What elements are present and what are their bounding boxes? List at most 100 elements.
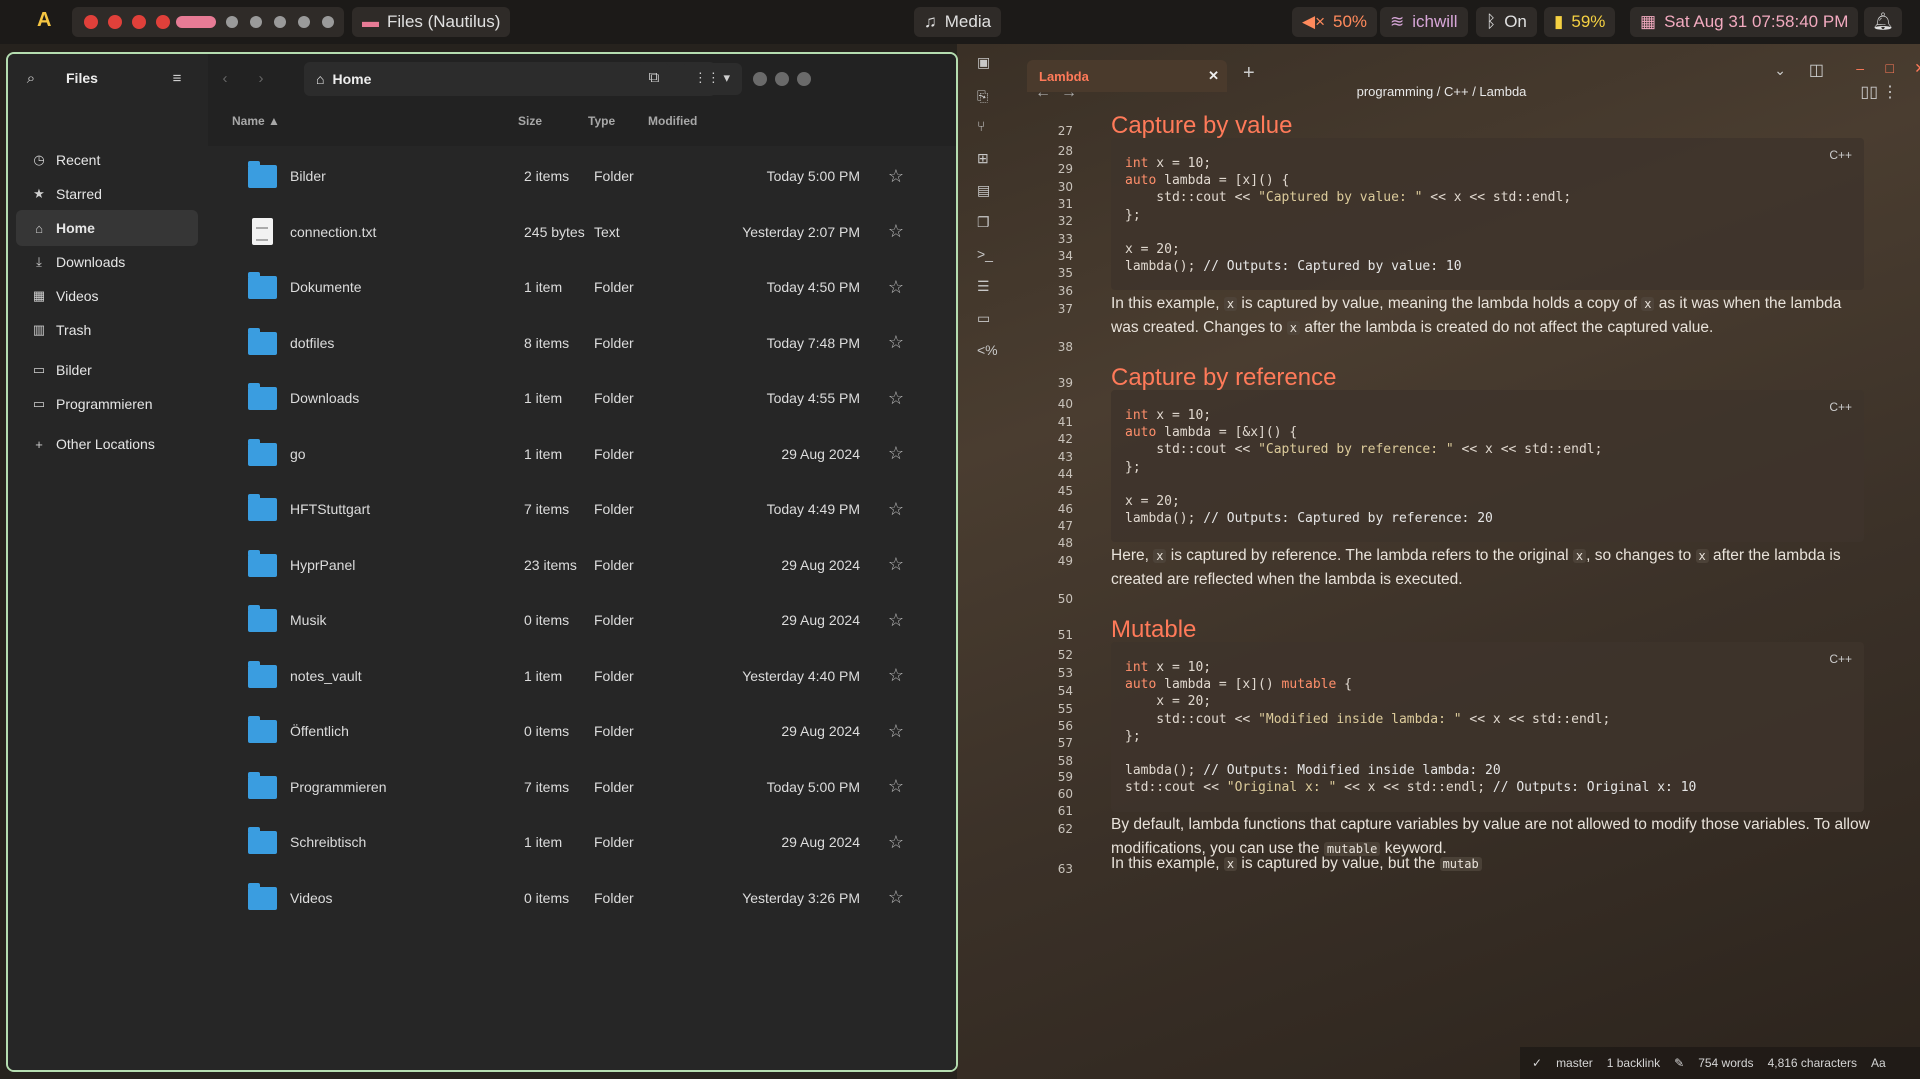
workspace-7[interactable] — [250, 16, 262, 28]
clock-widget[interactable]: ▦ Sat Aug 31 07:58:40 PM — [1630, 7, 1859, 37]
star-outline-icon[interactable]: ☆ — [888, 665, 904, 686]
view-grid-icon[interactable]: ⋮⋮ ▾ — [682, 63, 742, 95]
star-outline-icon[interactable]: ☆ — [888, 499, 904, 520]
graph-icon[interactable]: ⑂ — [977, 118, 985, 134]
tab-list-icon[interactable]: ⌄ — [1774, 62, 1786, 79]
file-size: 23 items — [524, 556, 577, 573]
line-number: 46 — [1057, 502, 1073, 516]
sidebar-item-trash[interactable]: ▥ Trash — [16, 312, 198, 348]
volume-widget[interactable]: ◀× 50% — [1292, 7, 1378, 37]
sidebar-item-other-locations[interactable]: + Other Locations — [16, 426, 198, 462]
star-outline-icon[interactable]: ☆ — [888, 221, 904, 242]
code-lang-label: C++ — [1829, 652, 1852, 666]
breadcrumb[interactable]: programming / C++ / Lambda — [963, 84, 1920, 99]
window-maximize-icon[interactable]: □ — [1886, 60, 1894, 76]
sidebar-item-videos[interactable]: ▦ Videos — [16, 278, 198, 314]
star-outline-icon[interactable]: ☆ — [888, 887, 904, 908]
top-bar: A ▬ Files (Nautilus) ♫ Media ◀× 50% ≋ ichwil… — [0, 0, 1920, 44]
star-outline-icon[interactable]: ☆ — [888, 388, 904, 409]
column-modified[interactable]: Modified — [648, 114, 697, 134]
column-name[interactable]: Name ▲ — [232, 114, 280, 134]
template-icon[interactable]: ☰ — [977, 278, 990, 295]
calendar-icon[interactable]: ▤ — [977, 182, 990, 199]
maximize-button[interactable] — [775, 72, 789, 86]
sidebar-item-label: Trash — [56, 322, 92, 338]
menu-icon[interactable]: ≡ — [162, 64, 192, 94]
new-folder-search-icon[interactable]: ⧉ — [638, 63, 670, 95]
workspace-4[interactable] — [156, 15, 170, 29]
line-number: 62 — [1057, 822, 1073, 836]
notifications-button[interactable]: 🔔︎ — [1864, 7, 1902, 37]
search-icon[interactable]: ⌕ — [16, 64, 46, 94]
star-outline-icon[interactable]: ☆ — [888, 610, 904, 631]
code-lang-label: C++ — [1829, 148, 1852, 162]
files-window: ⌕ Files ≡ ◷ Recent ★ Starred ⌂ Home ⤓ Downloads… — [6, 52, 958, 1072]
column-type[interactable]: Type — [588, 114, 615, 134]
reading-view-icon[interactable]: ▯▯ — [1860, 82, 1878, 102]
star-outline-icon[interactable]: ☆ — [888, 832, 904, 853]
code-line: x = 20; — [1125, 494, 1180, 509]
sidebar-item-starred[interactable]: ★ Starred — [16, 176, 198, 212]
window-close-icon[interactable]: ✕ — [1914, 60, 1920, 77]
line-number: 40 — [1057, 397, 1073, 411]
star-icon: ★ — [33, 186, 45, 201]
network-widget[interactable]: ≋ ichwill — [1380, 7, 1468, 37]
file-row[interactable]: Videos 0 items Folder Yesterday 3:26 PM ☆ — [208, 864, 956, 932]
sidebar-item-programmieren[interactable]: ▭ Programmieren — [16, 386, 198, 422]
status-bar: ✓ master 1 backlink ✎ 754 words 4,816 ch… — [1520, 1047, 1920, 1079]
window-title-text: Files (Nautilus) — [387, 12, 501, 31]
workspace-6[interactable] — [226, 16, 238, 28]
file-size: 1 item — [524, 445, 563, 462]
more-options-icon[interactable]: ⋮ — [1882, 82, 1898, 102]
workspace-active[interactable] — [176, 16, 216, 28]
window-minimize-icon[interactable]: – — [1856, 60, 1864, 76]
star-outline-icon[interactable]: ☆ — [888, 166, 904, 187]
file-modified: 29 Aug 2024 — [781, 834, 860, 850]
new-tab-icon[interactable]: + — [1243, 62, 1255, 85]
workspace-2[interactable] — [108, 15, 122, 29]
workspace-8[interactable] — [274, 16, 286, 28]
path-label: Home — [332, 71, 372, 87]
calendar-icon: ▦ — [1640, 12, 1657, 31]
percent-icon[interactable]: <% — [977, 342, 998, 358]
line-number: 56 — [1057, 719, 1073, 733]
star-outline-icon[interactable]: ☆ — [888, 277, 904, 298]
sidebar-item-downloads[interactable]: ⤓ Downloads — [16, 244, 198, 280]
terminal-icon[interactable]: >_ — [977, 246, 993, 262]
battery-widget[interactable]: ▮ 59% — [1544, 7, 1616, 37]
back-icon[interactable]: ‹ — [210, 64, 240, 94]
code-line: x = 20; — [1125, 694, 1212, 710]
copy-icon[interactable]: ❐ — [977, 214, 990, 231]
workspace-9[interactable] — [298, 16, 310, 28]
edit-pencil-icon[interactable]: ✎ — [1674, 1056, 1684, 1070]
star-outline-icon[interactable]: ☆ — [888, 554, 904, 575]
close-button[interactable] — [797, 72, 811, 86]
line-number: 58 — [1057, 754, 1073, 768]
comment-icon[interactable]: ▭ — [977, 310, 990, 327]
star-outline-icon[interactable]: ☆ — [888, 721, 904, 742]
star-outline-icon[interactable]: ☆ — [888, 332, 904, 353]
star-outline-icon[interactable]: ☆ — [888, 776, 904, 797]
git-branch[interactable]: master — [1556, 1056, 1593, 1070]
launcher-icon[interactable]: A — [37, 9, 51, 32]
split-view-icon[interactable]: ◫ — [1809, 60, 1824, 80]
sidebar-item-recent[interactable]: ◷ Recent — [16, 142, 198, 178]
canvas-icon[interactable]: ⊞ — [977, 150, 989, 167]
file-size: 7 items — [524, 778, 570, 795]
minimize-button[interactable] — [753, 72, 767, 86]
font-button[interactable]: Aa — [1871, 1056, 1886, 1070]
workspace-3[interactable] — [132, 15, 146, 29]
forward-icon[interactable]: › — [246, 64, 276, 94]
column-size[interactable]: Size — [518, 114, 542, 134]
workspace-1[interactable] — [84, 15, 98, 29]
close-tab-icon[interactable]: ✕ — [1208, 68, 1219, 84]
code-line: std::cout << "Captured by value: " << x … — [1125, 190, 1572, 206]
sidebar-item-bilder[interactable]: ▭ Bilder — [16, 352, 198, 388]
backlinks-count[interactable]: 1 backlink — [1607, 1056, 1660, 1070]
bluetooth-widget[interactable]: ᛒ On — [1476, 7, 1537, 37]
workspace-10[interactable] — [322, 16, 334, 28]
media-widget[interactable]: ♫ Media — [914, 7, 1002, 37]
star-outline-icon[interactable]: ☆ — [888, 443, 904, 464]
sidebar-toggle-icon[interactable]: ▣ — [977, 54, 990, 71]
sidebar-item-home[interactable]: ⌂ Home — [16, 210, 198, 246]
